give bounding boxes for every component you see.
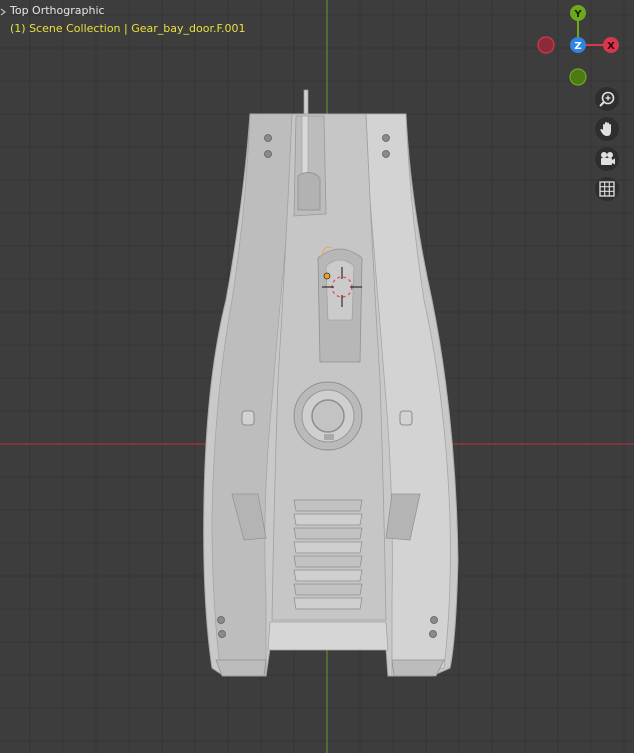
camera-view-button[interactable] [595, 147, 619, 171]
svg-text:X: X [607, 41, 615, 52]
right-foot [391, 659, 445, 677]
view-name-label: Top Orthographic [10, 4, 105, 17]
grid-icon [599, 181, 615, 197]
right-latch [399, 410, 413, 426]
3d-viewport[interactable]: Top Orthographic (1) Scene Collection | … [0, 0, 634, 753]
ortho-toggle-button[interactable] [595, 177, 619, 201]
vent-slat [293, 569, 363, 582]
bolt [264, 150, 272, 158]
zoom-button[interactable] [595, 87, 619, 111]
hatch-rail [301, 115, 309, 177]
header-expand-icon[interactable] [0, 8, 6, 16]
zoom-in-icon [599, 91, 615, 107]
svg-text:Z: Z [574, 41, 581, 52]
bolt [218, 630, 226, 638]
bolt [429, 630, 437, 638]
mid-socket-inner [325, 259, 355, 321]
pan-button[interactable] [595, 117, 619, 141]
bottom-recess [267, 621, 389, 651]
gizmo-neg-y-axis[interactable] [569, 68, 587, 86]
bolt [382, 134, 390, 142]
navigation-gizmo[interactable]: Y X Z [536, 4, 626, 88]
collection-info-label: (1) Scene Collection | Gear_bay_door.F.0… [10, 22, 246, 35]
bolt [217, 616, 225, 624]
gizmo-y-axis[interactable]: Y [570, 5, 586, 21]
vent-slat [293, 513, 363, 526]
vent-slat [293, 583, 363, 596]
ring-inner [311, 399, 345, 433]
vent-slat [293, 527, 363, 540]
vent-slat [293, 541, 363, 554]
gizmo-neg-x-axis[interactable] [537, 36, 555, 54]
left-foot [215, 659, 267, 677]
svg-text:Y: Y [573, 9, 582, 20]
hatch-cap [297, 172, 321, 211]
object-origin[interactable] [323, 272, 331, 280]
ring-notch [324, 434, 334, 440]
vent-slat [293, 499, 363, 512]
gizmo-z-axis[interactable]: Z [570, 37, 586, 53]
vent-slat [293, 555, 363, 568]
gizmo-x-axis[interactable]: X [603, 37, 619, 53]
camera-icon [601, 152, 615, 165]
bolt [430, 616, 438, 624]
left-latch [241, 410, 255, 426]
bolt [264, 134, 272, 142]
hand-icon [600, 122, 611, 136]
vent-slat [293, 597, 363, 610]
gear-bay-door-mesh[interactable] [0, 0, 634, 753]
bolt [382, 150, 390, 158]
